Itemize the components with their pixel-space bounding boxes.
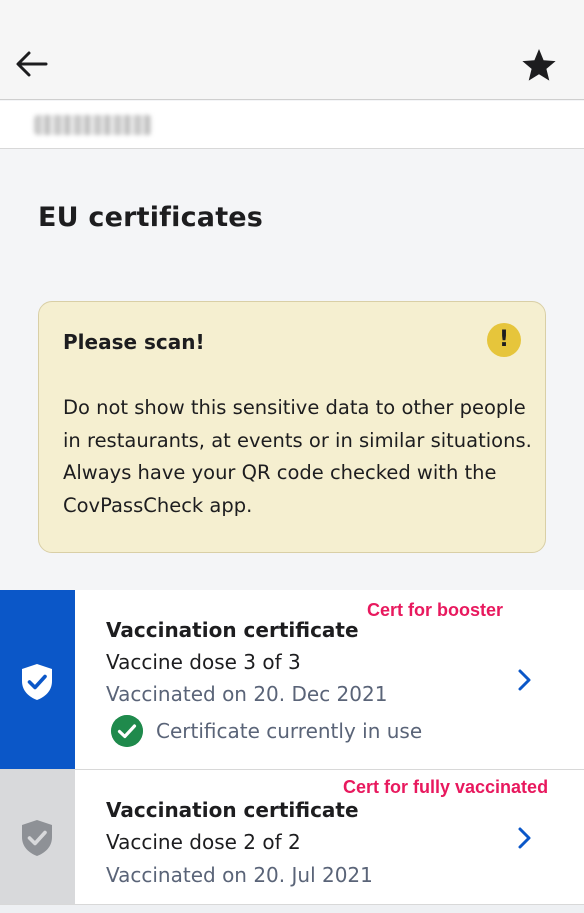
star-icon[interactable] bbox=[520, 46, 558, 84]
page-title: EU certificates bbox=[38, 202, 264, 233]
top-app-bar bbox=[0, 0, 584, 100]
certificate-title: Vaccination certificate bbox=[106, 798, 359, 822]
annotation-booster: Cert for booster bbox=[367, 600, 504, 620]
chevron-right-icon[interactable] bbox=[515, 668, 535, 692]
certificate-status-text: Certificate currently in use bbox=[156, 719, 423, 743]
certificate-title: Vaccination certificate bbox=[106, 618, 359, 642]
certificate-dose: Vaccine dose 3 of 3 bbox=[106, 650, 301, 674]
certificate-date: Vaccinated on 20. Dec 2021 bbox=[106, 682, 388, 706]
shield-check-icon bbox=[22, 820, 52, 856]
certificate-dose: Vaccine dose 2 of 2 bbox=[106, 830, 301, 854]
certificate-status-stripe bbox=[0, 770, 75, 904]
check-circle-icon bbox=[111, 715, 143, 747]
warning-title: Please scan! bbox=[63, 330, 205, 354]
certificate-date: Vaccinated on 20. Jul 2021 bbox=[106, 863, 373, 887]
chevron-right-icon[interactable] bbox=[515, 826, 535, 850]
arrow-left-icon[interactable] bbox=[12, 44, 52, 84]
annotation-fully-vaccinated: Cert for fully vaccinated bbox=[343, 777, 549, 797]
shield-check-icon bbox=[22, 664, 52, 700]
blurred-name bbox=[34, 115, 152, 135]
certificate-holder-name-bar bbox=[0, 101, 584, 149]
certificate-status-stripe bbox=[0, 590, 75, 769]
warning-text: Do not show this sensitive data to other… bbox=[63, 396, 532, 517]
bottom-strip bbox=[0, 905, 584, 913]
warning-card: Please scan! ! Do not show this sensitiv… bbox=[38, 301, 546, 553]
exclamation-icon: ! bbox=[487, 323, 521, 357]
